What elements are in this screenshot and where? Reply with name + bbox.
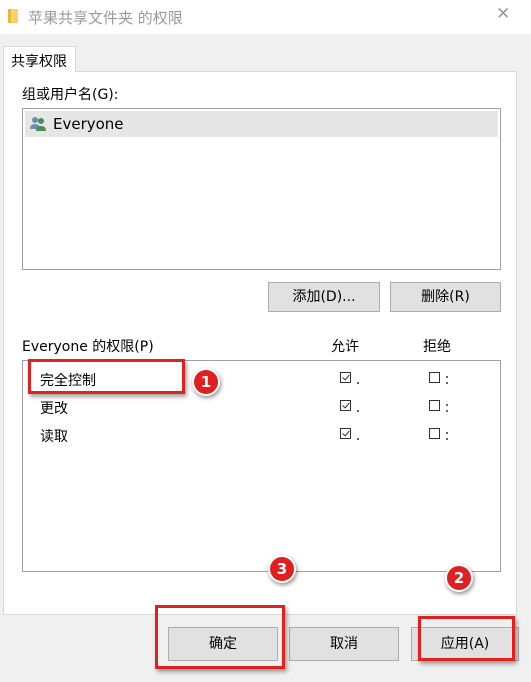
step-badge-2: 2 [445,564,473,592]
dot-marker [357,438,359,440]
close-button[interactable]: ✕ [496,4,510,24]
cancel-button[interactable]: 取消 [289,627,399,661]
permissions-label: Everyone 的权限(P) [22,339,154,355]
step-badge-1: 1 [192,368,220,396]
allow-checkbox-read[interactable] [340,428,351,439]
highlight-ok-button [155,605,285,669]
highlight-apply-button [418,616,515,661]
deny-header: 拒绝 [423,339,451,355]
deny-checkbox-read[interactable] [429,428,440,439]
dot-marker [446,432,448,434]
highlight-full-control [28,359,185,394]
list-item-everyone[interactable]: Everyone [25,111,498,137]
groups-label: 组或用户名(G): [22,87,119,103]
groups-listbox[interactable]: Everyone [22,108,501,270]
allow-checkbox-change[interactable] [340,400,351,411]
users-icon [30,117,46,131]
title-bar: 苹果共享文件夹 的权限 ✕ [0,0,531,34]
folder-icon [8,9,18,23]
tab-label: 共享权限 [11,54,67,70]
step-badge-3: 3 [268,555,296,583]
deny-checkbox-change[interactable] [429,400,440,411]
dot-marker [446,382,448,384]
tab-share-permissions[interactable]: 共享权限 [3,46,76,72]
deny-checkbox-full-control[interactable] [429,372,440,383]
allow-checkbox-full-control[interactable] [340,372,351,383]
dot-marker [357,382,359,384]
dot-marker [446,438,448,440]
dot-marker [446,404,448,406]
dot-marker [357,410,359,412]
add-button[interactable]: 添加(D)... [268,282,380,312]
permission-name: 读取 [40,429,68,445]
allow-header: 允许 [331,339,359,355]
window-title: 苹果共享文件夹 的权限 [28,9,183,27]
dot-marker [446,376,448,378]
list-item-label: Everyone [53,115,124,133]
dot-marker [446,410,448,412]
permission-name: 更改 [40,401,68,417]
remove-button[interactable]: 删除(R) [390,282,501,312]
